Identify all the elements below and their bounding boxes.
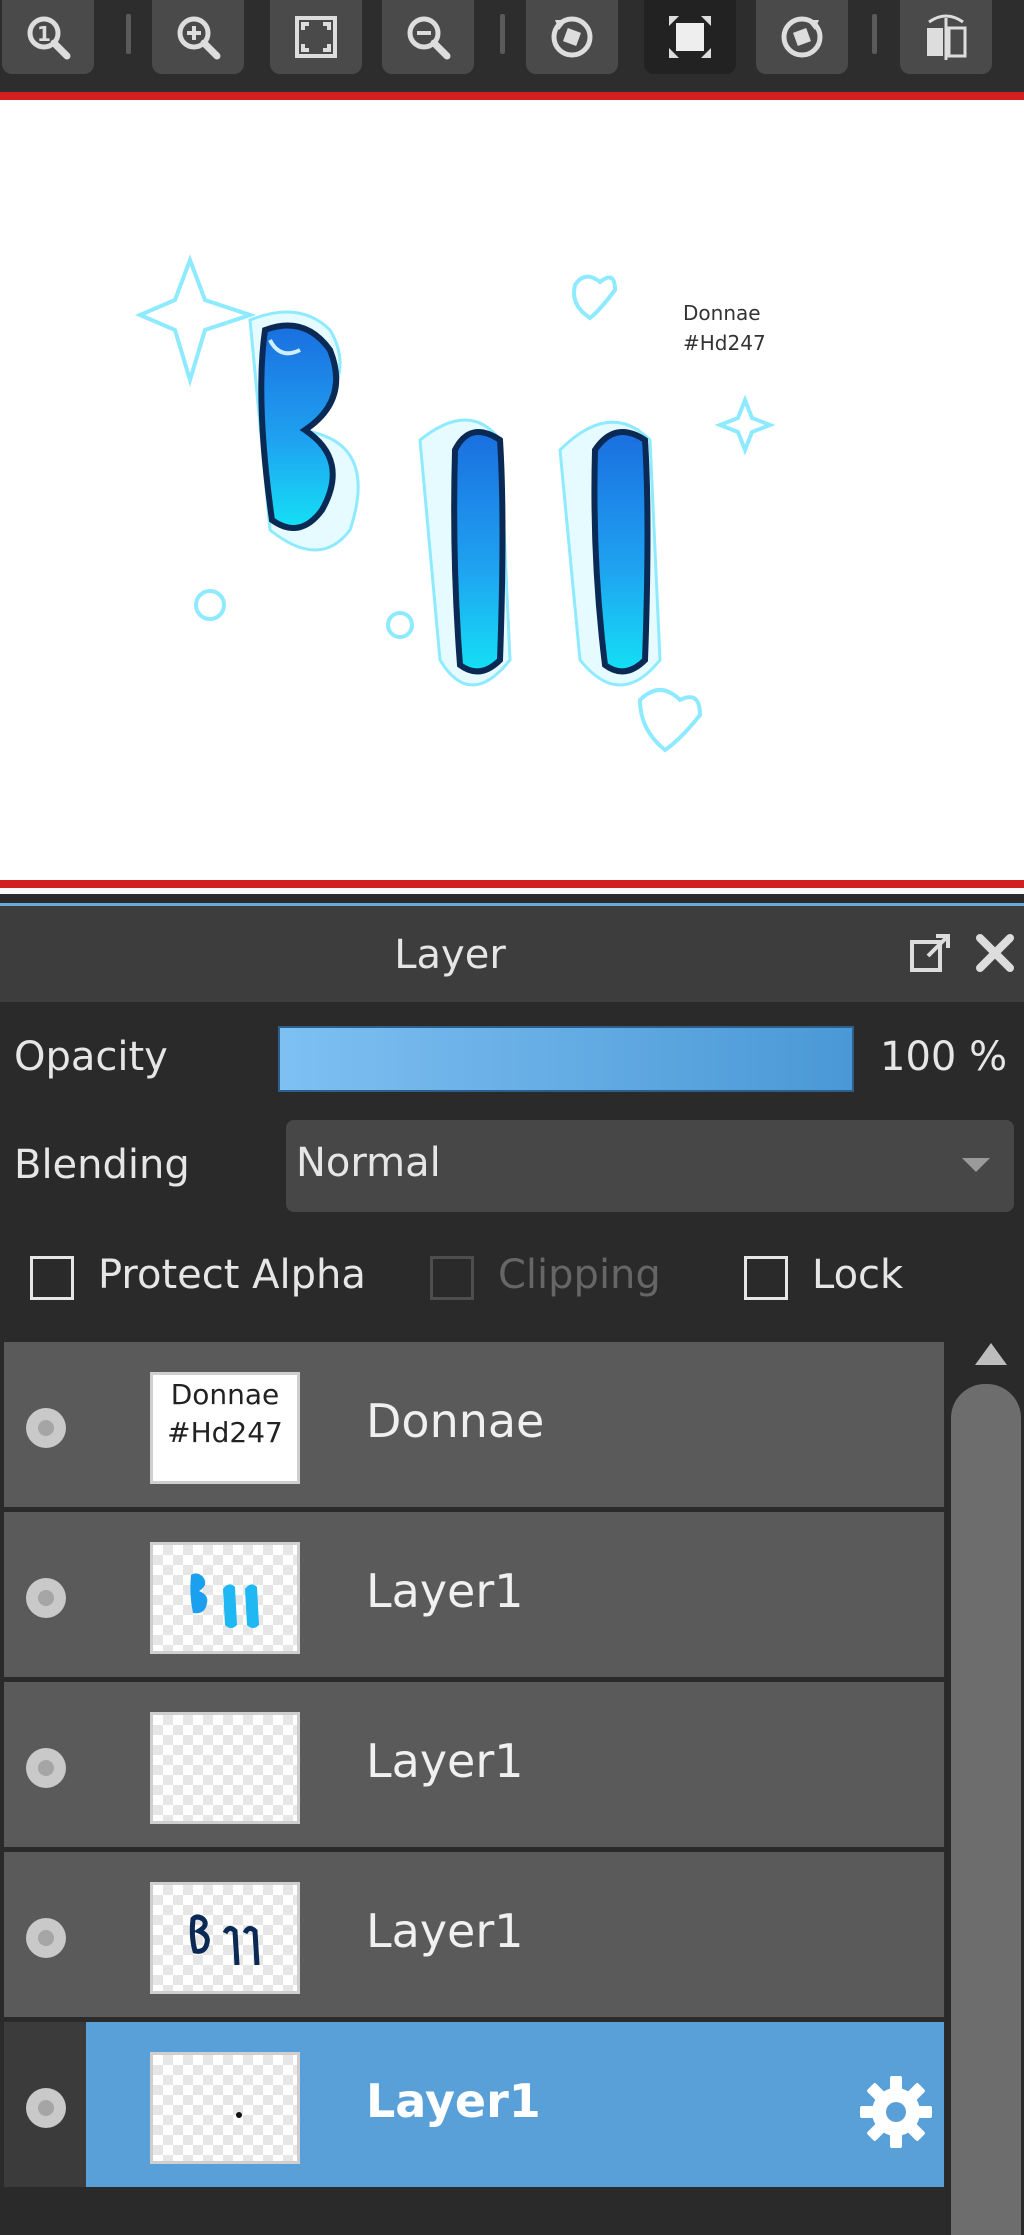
zoom-in-button[interactable] bbox=[152, 0, 244, 74]
thumbnail-art bbox=[236, 2112, 242, 2118]
protect-alpha-checkbox[interactable] bbox=[30, 1256, 74, 1300]
fit-to-screen-icon bbox=[295, 16, 337, 58]
svg-text:1: 1 bbox=[37, 22, 51, 46]
visibility-toggle-icon[interactable] bbox=[26, 1918, 66, 1958]
rotate-right-button[interactable] bbox=[756, 0, 848, 74]
thumbnail-text-line-2: #Hd247 bbox=[167, 1416, 283, 1449]
popout-icon[interactable] bbox=[906, 928, 956, 978]
visibility-toggle-icon[interactable] bbox=[26, 2088, 66, 2128]
panel-title: Layer bbox=[394, 932, 506, 978]
layer-name: Layer1 bbox=[366, 1734, 524, 1788]
blending-mode-select[interactable]: Normal bbox=[286, 1120, 1014, 1212]
thumbnail-text-line-1: Donnae bbox=[170, 1378, 280, 1411]
close-icon[interactable] bbox=[970, 928, 1020, 978]
zoom-actual-size-icon: 1 bbox=[27, 16, 71, 60]
fit-to-screen-button[interactable] bbox=[270, 0, 362, 74]
zoom-out-button[interactable] bbox=[382, 0, 474, 74]
visibility-toggle-icon[interactable] bbox=[26, 1408, 66, 1448]
caption-line-1: Donnae bbox=[683, 301, 761, 325]
view-toolbar: 1 bbox=[0, 0, 1024, 92]
zoom-in-icon bbox=[177, 16, 221, 60]
visibility-toggle-icon[interactable] bbox=[26, 1578, 66, 1618]
layer-row-selected[interactable]: Layer1 bbox=[4, 2022, 944, 2187]
layer-thumbnail: Donnae #Hd247 bbox=[150, 1372, 300, 1484]
canvas-caption: Donnae #Hd247 bbox=[683, 298, 766, 358]
chevron-down-icon bbox=[962, 1158, 990, 1172]
protect-alpha-label: Protect Alpha bbox=[98, 1252, 366, 1298]
lock-checkbox[interactable] bbox=[744, 1256, 788, 1300]
opacity-value: 100 % bbox=[880, 1034, 1008, 1080]
layer-row[interactable]: Layer1 bbox=[4, 1682, 944, 1847]
zoom-actual-size-button[interactable]: 1 bbox=[2, 0, 94, 74]
drawing-canvas[interactable]: Donnae #Hd247 bbox=[0, 100, 1024, 880]
toolbar-separator bbox=[872, 14, 877, 54]
thumbnail-art bbox=[190, 1573, 259, 1628]
panel-header: Layer bbox=[0, 906, 1024, 1002]
opacity-label: Opacity bbox=[14, 1034, 168, 1080]
visibility-toggle-icon[interactable] bbox=[26, 1748, 66, 1788]
toolbar-separator bbox=[500, 14, 505, 54]
blending-label: Blending bbox=[14, 1142, 190, 1188]
layer-name: Layer1 bbox=[366, 1904, 524, 1958]
flip-horizontal-button[interactable] bbox=[900, 0, 992, 74]
gear-icon[interactable] bbox=[856, 2072, 936, 2152]
layer-thumbnail bbox=[150, 2052, 300, 2164]
clipping-label: Clipping bbox=[498, 1252, 661, 1298]
layer-panel: Layer Opacity 100 % Blending Normal Prot… bbox=[0, 906, 1024, 2235]
layer-thumbnail bbox=[150, 1882, 300, 1994]
layer-thumbnail bbox=[150, 1542, 300, 1654]
artwork bbox=[134, 254, 776, 753]
thumbnail-art bbox=[189, 1914, 260, 1966]
scrollbar-thumb[interactable] bbox=[951, 1384, 1021, 2235]
flip-horizontal-icon bbox=[927, 14, 967, 60]
caption-line-2: #Hd247 bbox=[683, 331, 766, 355]
opacity-slider[interactable] bbox=[278, 1026, 854, 1092]
canvas-border-bottom bbox=[0, 880, 1024, 888]
zoom-out-icon bbox=[407, 16, 451, 60]
layer-row[interactable]: Donnae #Hd247 Donnae bbox=[4, 1342, 944, 1507]
layer-name: Layer1 bbox=[366, 2074, 541, 2128]
lock-label: Lock bbox=[812, 1252, 904, 1298]
layer-row[interactable]: Layer1 bbox=[4, 1512, 944, 1677]
layer-thumbnail bbox=[150, 1712, 300, 1824]
layer-name: Donnae bbox=[366, 1394, 545, 1448]
rotate-right-icon bbox=[781, 16, 823, 58]
layer-list: Donnae #Hd247 Donnae Layer1 Layer1 Layer… bbox=[0, 1340, 946, 2235]
rotate-left-icon bbox=[551, 16, 593, 58]
canvas-border-top bbox=[0, 92, 1024, 100]
rotate-left-button[interactable] bbox=[526, 0, 618, 74]
reset-view-icon bbox=[669, 16, 711, 58]
blending-mode-value: Normal bbox=[296, 1140, 441, 1186]
toolbar-separator bbox=[126, 14, 131, 54]
reset-view-button[interactable] bbox=[644, 0, 736, 74]
scroll-up-icon[interactable] bbox=[975, 1343, 1007, 1365]
clipping-checkbox[interactable] bbox=[430, 1256, 474, 1300]
canvas-margin bbox=[0, 888, 1024, 894]
layer-row[interactable]: Layer1 bbox=[4, 1852, 944, 2017]
layer-name: Layer1 bbox=[366, 1564, 524, 1618]
